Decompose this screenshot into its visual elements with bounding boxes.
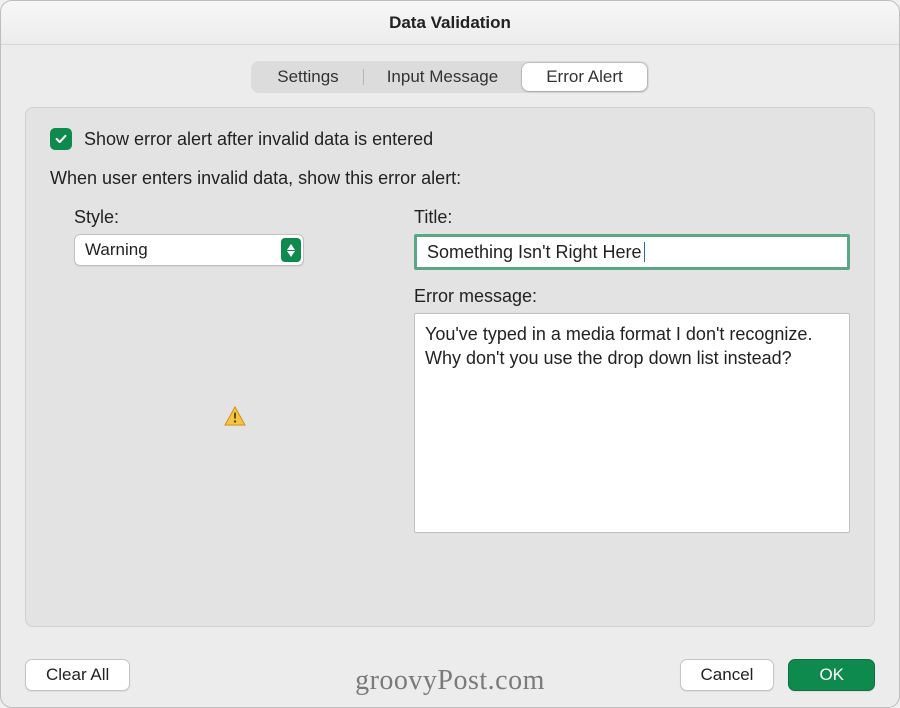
footer-right-buttons: Cancel OK [680, 659, 875, 691]
tab-error-alert[interactable]: Error Alert [522, 63, 647, 91]
style-select[interactable]: Warning [74, 234, 304, 266]
instruction-text: When user enters invalid data, show this… [50, 168, 850, 189]
dialog-content: Settings Input Message Error Alert Show … [1, 45, 899, 627]
checkmark-icon [54, 132, 68, 146]
window-title: Data Validation [1, 1, 899, 45]
title-message-column: Title: Something Isn't Right Here Error … [414, 207, 850, 533]
style-column: Style: Warning [74, 207, 374, 533]
style-select-value: Warning [85, 240, 148, 260]
cancel-button[interactable]: Cancel [680, 659, 775, 691]
show-error-alert-label: Show error alert after invalid data is e… [84, 129, 433, 150]
tab-input-message[interactable]: Input Message [363, 63, 523, 91]
show-error-alert-row: Show error alert after invalid data is e… [50, 128, 850, 150]
data-validation-dialog: Data Validation Settings Input Message E… [0, 0, 900, 708]
dialog-footer: Clear All Cancel OK [25, 659, 875, 691]
updown-icon [281, 238, 301, 262]
form-columns: Style: Warning [74, 207, 850, 533]
error-message-value: You've typed in a media format I don't r… [425, 324, 812, 368]
style-label: Style: [74, 207, 374, 228]
tab-bar: Settings Input Message Error Alert [25, 61, 875, 93]
warning-icon [224, 406, 374, 431]
clear-all-button[interactable]: Clear All [25, 659, 130, 691]
error-alert-panel: Show error alert after invalid data is e… [25, 107, 875, 627]
title-input-value: Something Isn't Right Here [427, 242, 642, 263]
error-message-textarea[interactable]: You've typed in a media format I don't r… [414, 313, 850, 533]
tab-group: Settings Input Message Error Alert [251, 61, 648, 93]
ok-button[interactable]: OK [788, 659, 875, 691]
title-input[interactable]: Something Isn't Right Here [414, 234, 850, 270]
error-message-label: Error message: [414, 286, 850, 307]
show-error-alert-checkbox[interactable] [50, 128, 72, 150]
title-label: Title: [414, 207, 850, 228]
text-caret [644, 242, 645, 262]
tab-settings[interactable]: Settings [253, 63, 362, 91]
